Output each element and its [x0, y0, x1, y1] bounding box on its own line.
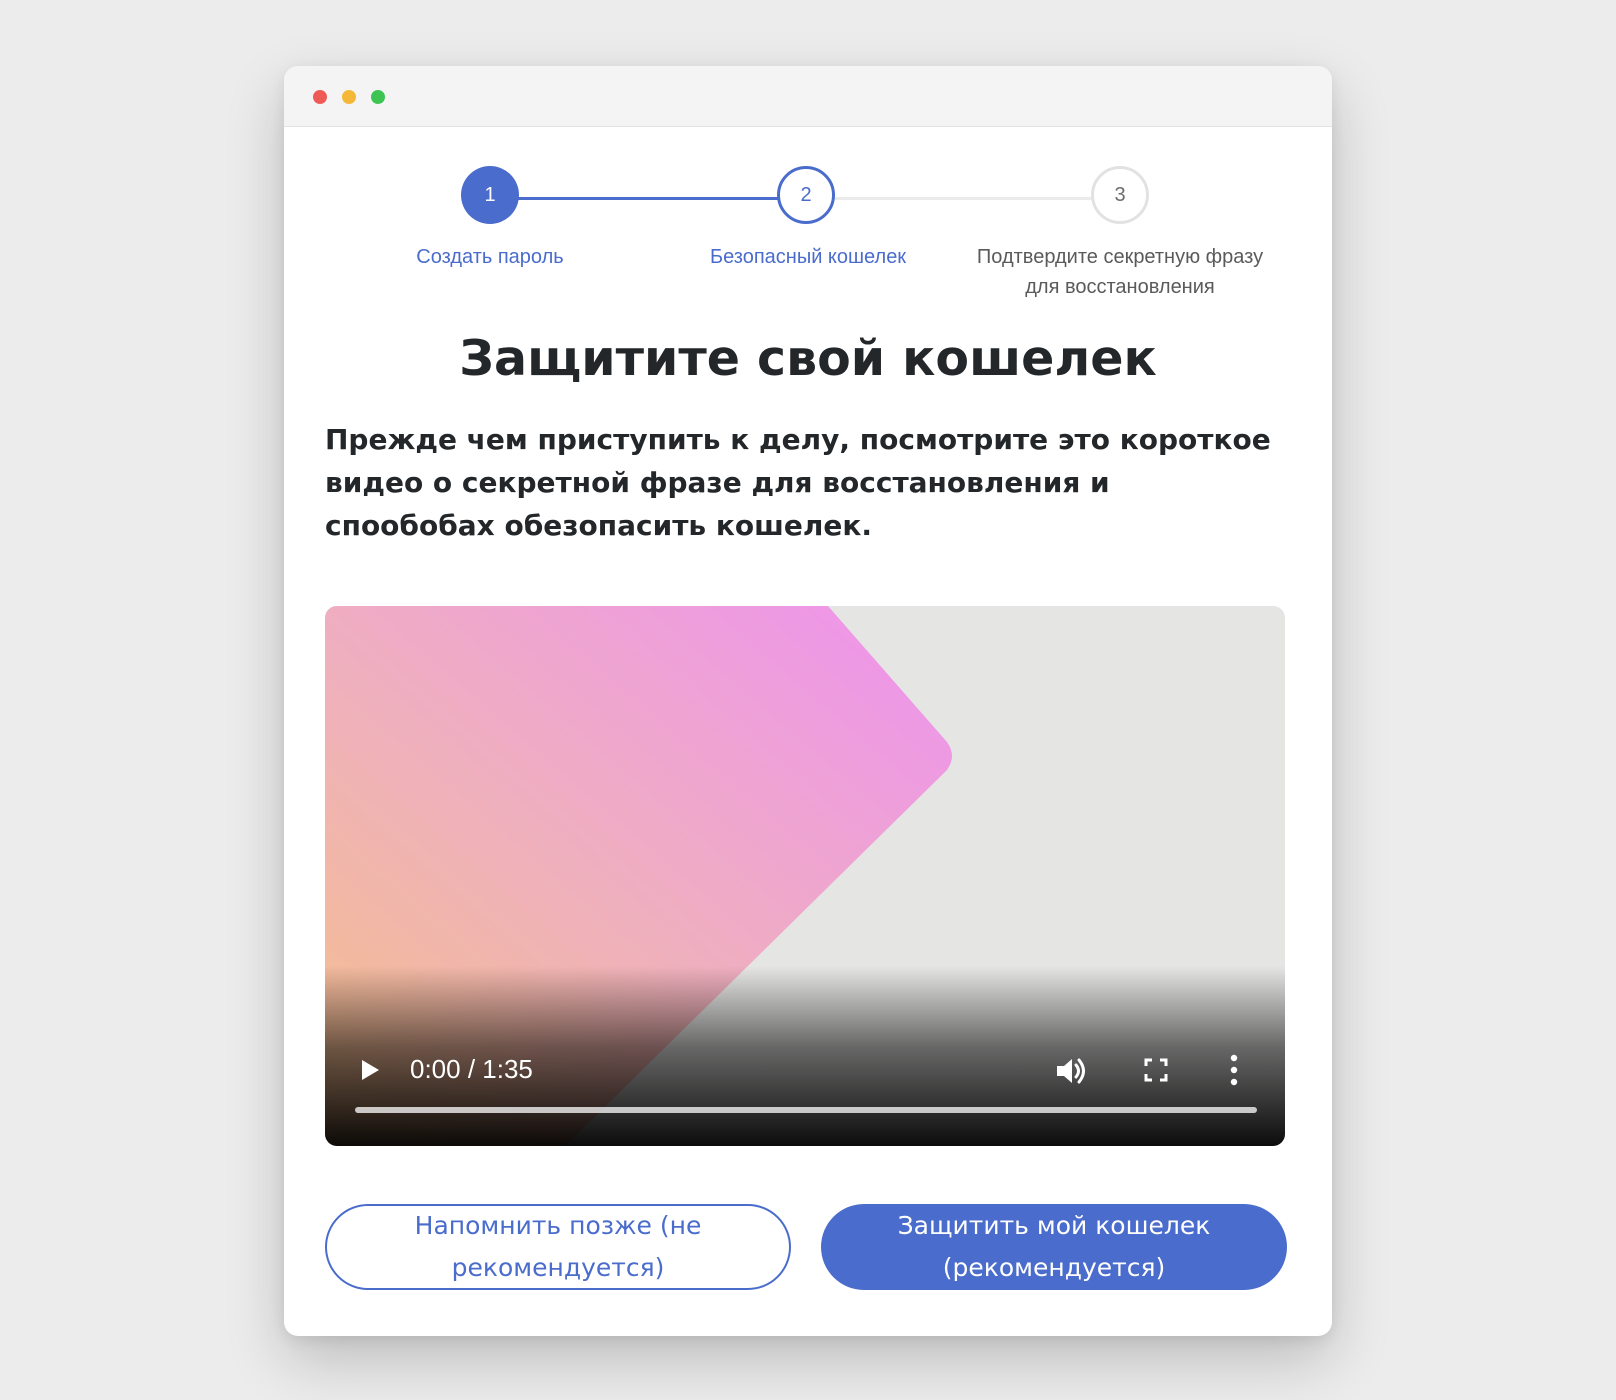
window-close-button[interactable] — [313, 90, 327, 104]
video-fullscreen-button[interactable] — [1140, 1054, 1172, 1086]
stepper-connector-pending — [808, 197, 1122, 200]
step-1-number: 1 — [484, 183, 496, 206]
secure-wallet-label: Защитить мой кошелек (рекомендуется) — [897, 1211, 1211, 1282]
remind-later-label: Напомнить позже (не рекомендуется) — [414, 1211, 702, 1282]
step-3-number: 3 — [1114, 183, 1126, 206]
secure-wallet-button[interactable]: Защитить мой кошелек (рекомендуется) — [821, 1204, 1287, 1290]
page-title: Защитите свой кошелек — [459, 330, 1157, 387]
window-maximize-button[interactable] — [371, 90, 385, 104]
step-2-indicator: 2 — [777, 166, 835, 224]
step-2-number: 2 — [800, 183, 812, 206]
step-1-label: Создать пароль — [416, 246, 564, 268]
window-titlebar — [284, 66, 1332, 127]
fullscreen-icon — [1144, 1058, 1168, 1082]
step-3-indicator: 3 — [1091, 166, 1149, 224]
remind-later-button[interactable]: Напомнить позже (не рекомендуется) — [325, 1204, 791, 1290]
step-2-label: Безопасный кошелек — [709, 246, 907, 268]
volume-icon — [1057, 1058, 1085, 1084]
stepper-connector-completed — [492, 197, 808, 200]
page-description: Прежде чем приступить к делу, посмотрите… — [325, 423, 1271, 542]
video-volume-button[interactable] — [1053, 1052, 1091, 1090]
more-vertical-icon — [1230, 1054, 1238, 1086]
video-more-options-button[interactable] — [1228, 1052, 1240, 1088]
play-icon — [362, 1060, 379, 1080]
step-3-label: Подтвердите секретную фразу для восстано… — [976, 246, 1264, 298]
step-1-indicator: 1 — [461, 166, 519, 224]
video-progress-bar[interactable] — [355, 1107, 1257, 1113]
window-minimize-button[interactable] — [342, 90, 356, 104]
video-time-display: 0:00 / 1:35 — [410, 1054, 533, 1084]
video-play-button[interactable] — [353, 1054, 385, 1086]
tutorial-video-player[interactable]: 0:00 / 1:35 — [325, 606, 1285, 1146]
browser-window: 1 2 3 Создать пароль Безопасный кошелек … — [284, 66, 1332, 1336]
